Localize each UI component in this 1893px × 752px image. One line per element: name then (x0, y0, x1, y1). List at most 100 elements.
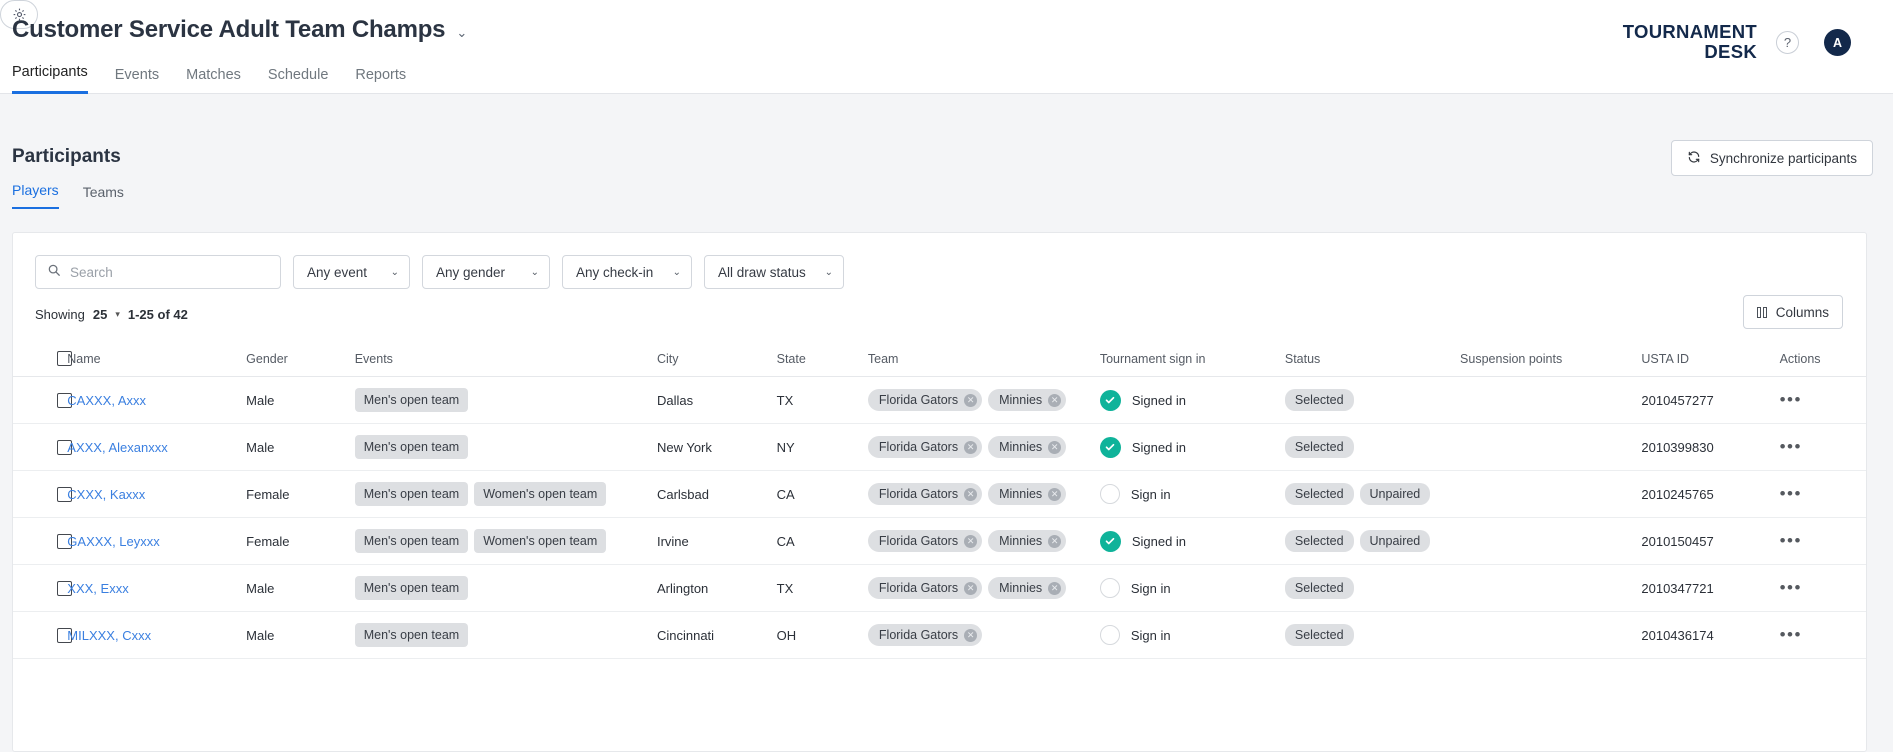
signed-in-check-icon[interactable] (1099, 436, 1121, 458)
header-team[interactable]: Team (867, 343, 1100, 377)
cell-name: MILXXX, Cxxx (67, 611, 247, 659)
cell-city: Dallas (656, 376, 777, 424)
cell-usta-id: 2010457277 (1641, 376, 1780, 424)
remove-team-icon[interactable]: ✕ (964, 487, 978, 501)
header-gender[interactable]: Gender (246, 343, 355, 377)
participant-name-link[interactable]: XXX, Exxx (67, 581, 128, 596)
event-filter-select[interactable]: Any event ⌄ (293, 255, 410, 289)
cell-tournament-sign-in: Signed in (1099, 423, 1285, 471)
participant-name-link[interactable]: CXXX, Kaxxx (67, 487, 145, 502)
participant-name-link[interactable]: GAXXX, Leyxxx (67, 534, 159, 549)
cell-status: Selected (1284, 423, 1461, 471)
search-field[interactable] (35, 255, 281, 289)
table-row: AXXX, Alexanxxx Male Men's open team New… (13, 423, 1866, 471)
row-select-cell (13, 376, 72, 424)
row-actions-menu-icon[interactable]: ••• (1780, 437, 1802, 456)
header-name[interactable]: Name (67, 343, 247, 377)
cell-state: TX (776, 376, 868, 424)
remove-team-icon[interactable]: ✕ (1048, 487, 1062, 501)
cell-city: Carlsbad (656, 470, 777, 518)
row-select-cell (13, 517, 72, 565)
participant-name-link[interactable]: MILXXX, Cxxx (67, 628, 151, 643)
nav-item-matches[interactable]: Matches (186, 67, 241, 94)
header-city[interactable]: City (656, 343, 777, 377)
cell-actions: ••• (1779, 517, 1866, 565)
sign-in-toggle-icon[interactable] (1099, 578, 1120, 598)
columns-button[interactable]: Columns (1742, 295, 1843, 329)
logo-line-1: TOURNAMENT (1622, 21, 1757, 42)
cell-events: Men's open team Women's open team (354, 470, 657, 518)
cell-gender: Male (246, 376, 355, 424)
remove-team-icon[interactable]: ✕ (964, 581, 978, 595)
remove-team-icon[interactable]: ✕ (1048, 393, 1062, 407)
avatar[interactable]: A (1824, 29, 1851, 56)
header-state[interactable]: State (776, 343, 868, 377)
gender-filter-select[interactable]: Any gender ⌄ (422, 255, 550, 289)
nav-item-reports[interactable]: Reports (355, 67, 406, 94)
cell-name: GAXXX, Leyxxx (67, 517, 247, 565)
sign-in-toggle-icon[interactable] (1099, 625, 1120, 645)
nav-item-schedule[interactable]: Schedule (268, 67, 328, 94)
participants-card: Any event ⌄ Any gender ⌄ Any check-in ⌄ … (12, 232, 1867, 752)
nav-item-participants[interactable]: Participants (12, 64, 88, 94)
remove-team-icon[interactable]: ✕ (1048, 534, 1062, 548)
cell-state: NY (776, 423, 868, 471)
page-size-value[interactable]: 25 (93, 307, 107, 322)
filter-bar: Any event ⌄ Any gender ⌄ Any check-in ⌄ … (35, 255, 844, 289)
row-actions-menu-icon[interactable]: ••• (1780, 390, 1802, 409)
remove-team-icon[interactable]: ✕ (964, 440, 978, 454)
chevron-down-icon[interactable]: ▾ (115, 309, 120, 320)
cell-name: CXXX, Kaxxx (67, 470, 247, 518)
tab-players[interactable]: Players (12, 182, 59, 209)
header-usta-id[interactable]: USTA ID (1641, 343, 1780, 377)
synchronize-participants-button[interactable]: Synchronize participants (1670, 140, 1873, 176)
remove-team-icon[interactable]: ✕ (1048, 581, 1062, 595)
nav-item-events[interactable]: Events (115, 67, 159, 94)
row-actions-menu-icon[interactable]: ••• (1780, 578, 1802, 597)
participant-name-link[interactable]: AXXX, Alexanxxx (67, 440, 167, 455)
row-actions-menu-icon[interactable]: ••• (1780, 484, 1802, 503)
cell-name: CAXXX, Axxx (67, 376, 247, 424)
status-badge: Selected (1284, 530, 1354, 552)
remove-team-icon[interactable]: ✕ (1048, 440, 1062, 454)
remove-team-icon[interactable]: ✕ (964, 393, 978, 407)
checkin-filter-select[interactable]: Any check-in ⌄ (562, 255, 692, 289)
participants-table: Name Gender Events City State Team Tourn… (13, 343, 1866, 659)
table-body: CAXXX, Axxx Male Men's open team Dallas … (13, 376, 1866, 659)
sign-in-toggle-icon[interactable] (1099, 484, 1120, 504)
columns-button-label: Columns (1775, 304, 1829, 320)
header-tournament-sign-in[interactable]: Tournament sign in (1099, 343, 1285, 377)
main-navigation: Participants Events Matches Schedule Rep… (12, 50, 406, 94)
cell-state: CA (776, 470, 868, 518)
participant-name-link[interactable]: CAXXX, Axxx (67, 393, 146, 408)
signed-in-check-icon[interactable] (1099, 530, 1121, 552)
remove-team-icon[interactable]: ✕ (964, 534, 978, 548)
row-select-cell (13, 564, 72, 612)
signed-in-check-icon[interactable] (1099, 389, 1121, 411)
search-icon (47, 263, 61, 282)
cell-gender: Male (246, 564, 355, 612)
cell-actions: ••• (1779, 376, 1866, 424)
status-badge: Unpaired (1359, 483, 1431, 505)
row-actions-menu-icon[interactable]: ••• (1780, 531, 1802, 550)
tab-teams[interactable]: Teams (83, 184, 124, 209)
chevron-down-icon: ⌄ (530, 266, 539, 278)
header-status[interactable]: Status (1284, 343, 1461, 377)
row-actions-menu-icon[interactable]: ••• (1780, 625, 1802, 644)
tournament-selector[interactable]: Customer Service Adult Team Champs ⌄ (12, 16, 467, 44)
draw-status-filter-select[interactable]: All draw status ⌄ (704, 255, 844, 289)
search-input[interactable] (70, 264, 260, 280)
header-suspension-points[interactable]: Suspension points (1460, 343, 1642, 377)
event-chip: Men's open team (354, 388, 469, 412)
cell-city: Irvine (656, 517, 777, 565)
header-events[interactable]: Events (354, 343, 657, 377)
help-icon[interactable]: ? (1776, 31, 1799, 54)
event-filter-value: Any event (307, 264, 368, 280)
chevron-down-icon[interactable]: ⌄ (456, 22, 467, 39)
row-select-cell (13, 611, 72, 659)
participants-sub-tabs: Players Teams (12, 182, 124, 209)
cell-suspension-points (1460, 423, 1642, 471)
status-badge: Selected (1284, 577, 1354, 599)
team-chip: Minnies ✕ (988, 436, 1067, 458)
remove-team-icon[interactable]: ✕ (964, 628, 978, 642)
